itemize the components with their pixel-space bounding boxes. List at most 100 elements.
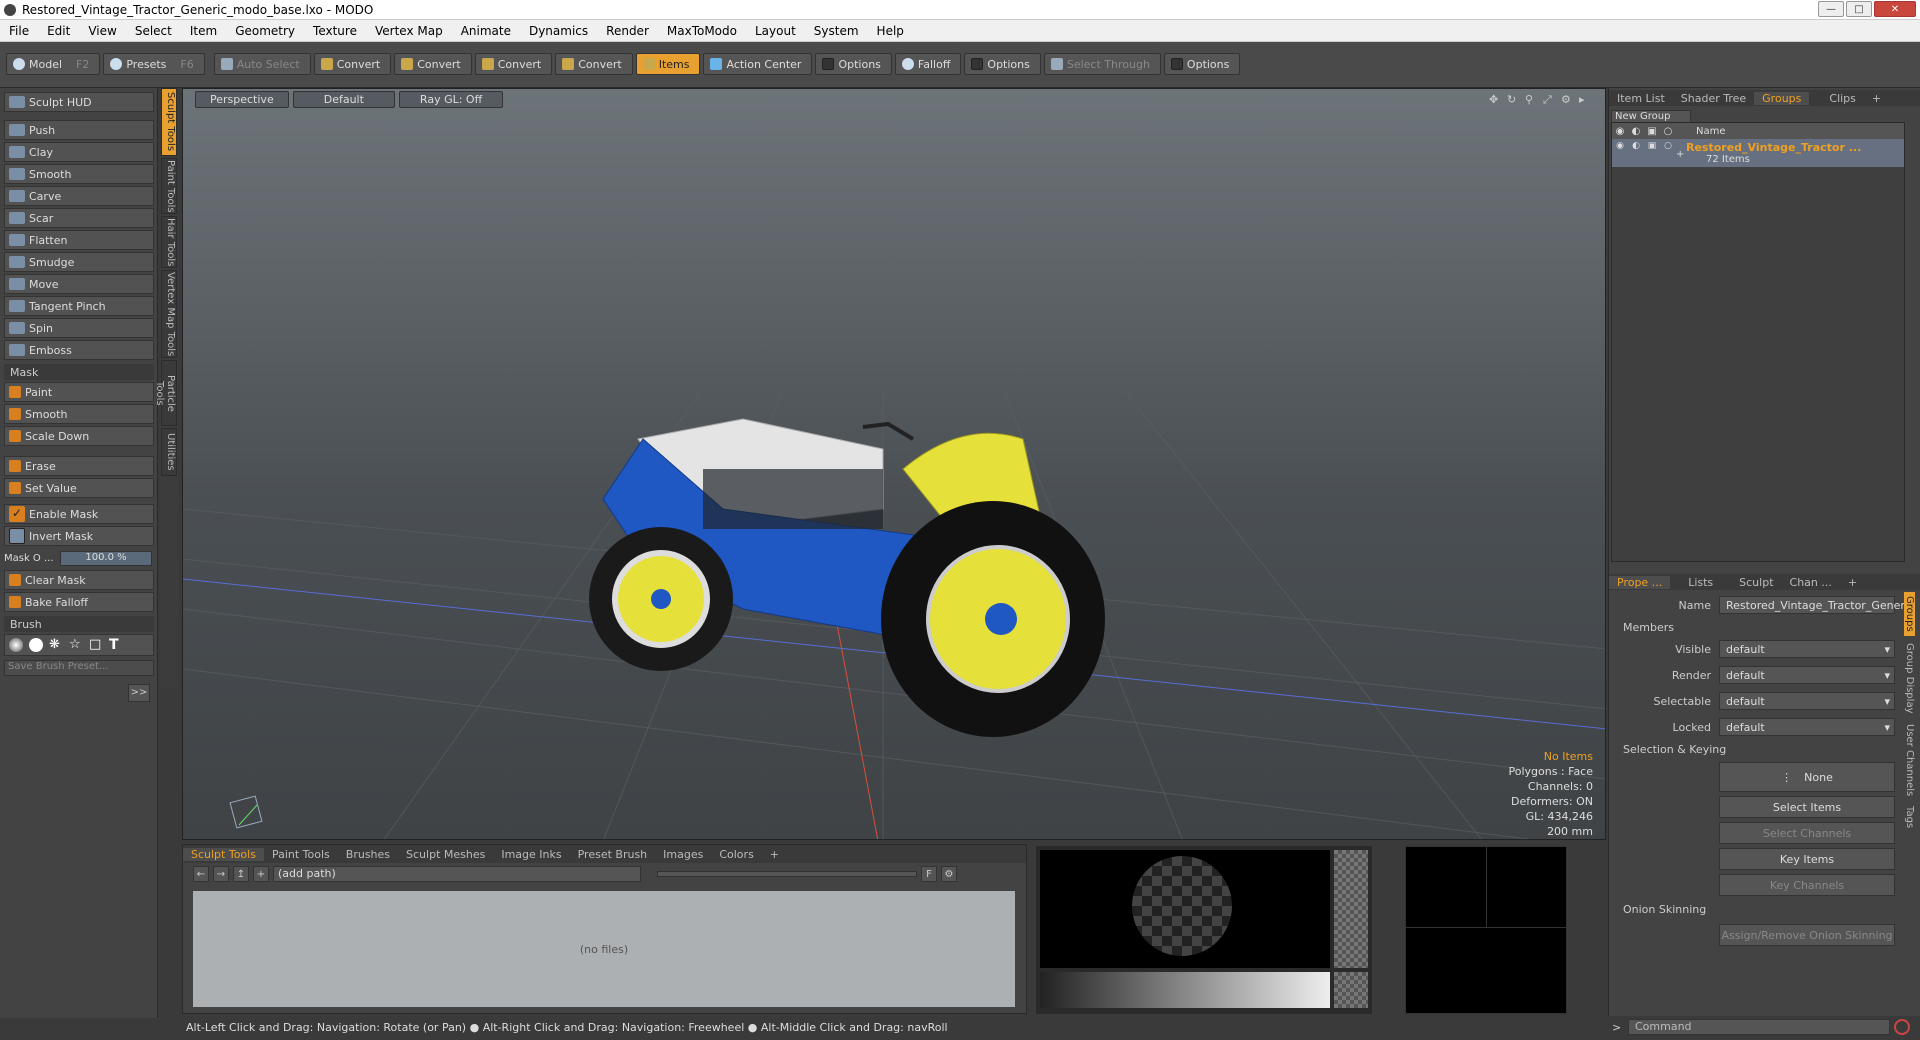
menu-maxtomodo[interactable]: MaxToModo (658, 24, 746, 38)
procedural-brush-icon[interactable]: □ (89, 638, 103, 652)
menu-texture[interactable]: Texture (304, 24, 366, 38)
side-tab-user-channels[interactable]: User Channels (1904, 720, 1915, 800)
maximize-button[interactable]: □ (1846, 1, 1872, 17)
presets-button[interactable]: Presets F6 (103, 53, 205, 75)
expand-button[interactable]: >> (128, 684, 150, 702)
tab-properties[interactable]: Prope ... (1609, 575, 1671, 589)
mask-scale-down-button[interactable]: Scale Down (4, 426, 154, 446)
tab-utilities[interactable]: Utilities (161, 428, 177, 476)
side-tab-tags[interactable]: Tags (1904, 802, 1915, 832)
key-channels-button[interactable]: Key Channels (1719, 874, 1895, 896)
key-items-button[interactable]: Key Items (1719, 848, 1895, 870)
menu-select[interactable]: Select (126, 24, 181, 38)
tab-image-inks[interactable]: Image Inks (493, 848, 569, 861)
command-input[interactable]: Command (1628, 1019, 1890, 1035)
tab-item-list[interactable]: Item List (1609, 92, 1673, 105)
bake-falloff-button[interactable]: Bake Falloff (4, 592, 154, 612)
menu-geometry[interactable]: Geometry (226, 24, 304, 38)
hard-brush-icon[interactable] (29, 638, 43, 652)
tab-sculpt[interactable]: Sculpt (1721, 576, 1781, 589)
tool-push[interactable]: Push (4, 120, 154, 140)
minimize-button[interactable]: — (1818, 1, 1844, 17)
menu-view[interactable]: View (79, 24, 125, 38)
falloff-options-button[interactable]: Options (964, 53, 1041, 75)
menu-system[interactable]: System (805, 24, 868, 38)
tab-particle-tools[interactable]: Particle Tools (154, 360, 177, 426)
convert-vertices-button[interactable]: Convert (313, 53, 392, 75)
tab-colors[interactable]: Colors (711, 848, 761, 861)
select-through-button[interactable]: Select Through (1043, 53, 1161, 75)
group-row[interactable]: ◉ ◐ ▣ ○ + Restored_Vintage_Tractor ... 7… (1612, 139, 1904, 167)
tool-clay[interactable]: Clay (4, 142, 154, 162)
select-items-button[interactable]: Select Items (1719, 796, 1895, 818)
convert-materials-button[interactable]: Convert (555, 53, 633, 75)
tool-emboss[interactable]: Emboss (4, 340, 154, 360)
selection-keying-section[interactable]: Selection & Keying (1609, 740, 1920, 758)
mask-opacity-field[interactable]: 100.0 % (60, 550, 152, 566)
soft-brush-icon[interactable] (9, 638, 23, 652)
forward-arrow-icon[interactable]: → (213, 866, 229, 882)
tab-sculpt-meshes[interactable]: Sculpt Meshes (398, 848, 493, 861)
tool-carve[interactable]: Carve (4, 186, 154, 206)
onion-skinning-button[interactable]: Assign/Remove Onion Skinning (1719, 924, 1895, 946)
side-tab-group-display[interactable]: Group Display (1904, 638, 1915, 718)
save-brush-preset-field[interactable]: Save Brush Preset... (4, 660, 154, 676)
splatter-brush-icon[interactable]: ❋ (49, 638, 63, 652)
menu-layout[interactable]: Layout (746, 24, 805, 38)
mask-paint-button[interactable]: Paint (4, 382, 154, 402)
menu-render[interactable]: Render (597, 24, 658, 38)
file-browser-area[interactable]: (no files) (193, 891, 1015, 1007)
tab-paint-tools-bottom[interactable]: Paint Tools (264, 848, 338, 861)
tool-flatten[interactable]: Flatten (4, 230, 154, 250)
invert-mask-checkbox[interactable]: Invert Mask (4, 526, 154, 546)
menu-item[interactable]: Item (181, 24, 226, 38)
mask-section-header[interactable]: Mask (4, 364, 154, 380)
browser-settings-icon[interactable]: ⚙ (941, 866, 957, 882)
menu-edit[interactable]: Edit (38, 24, 79, 38)
tab-sculpt-tools[interactable]: Sculpt Tools (161, 88, 177, 156)
3d-viewport[interactable]: Perspective Default Ray GL: Off ✥ ↻ ⚲ ⤢ … (182, 88, 1606, 840)
visibility-eye-icon[interactable]: ◉ (1612, 141, 1628, 151)
tool-move[interactable]: Move (4, 274, 154, 294)
clear-mask-button[interactable]: Clear Mask (4, 570, 154, 590)
auto-select-button[interactable]: Auto Select (213, 53, 311, 75)
tab-shader-tree[interactable]: Shader Tree (1673, 92, 1754, 105)
tab-sculpt-tools-bottom[interactable]: Sculpt Tools (183, 847, 264, 861)
selectable-dropdown[interactable]: default ▾ (1719, 692, 1895, 710)
tool-tangent-pinch[interactable]: Tangent Pinch (4, 296, 154, 316)
menu-dynamics[interactable]: Dynamics (520, 24, 597, 38)
none-button[interactable]: ⋮ None (1719, 762, 1895, 792)
render-dropdown[interactable]: default ▾ (1719, 666, 1895, 684)
mask-erase-button[interactable]: Erase (4, 456, 154, 476)
tab-hair-tools[interactable]: Hair Tools (161, 216, 177, 268)
tab-clips[interactable]: Clips (1809, 92, 1864, 105)
add-right-tab-button[interactable]: + (1864, 92, 1889, 105)
select-through-options-button[interactable]: Options (1163, 53, 1241, 75)
select-channels-button[interactable]: Select Channels (1719, 822, 1895, 844)
menu-animate[interactable]: Animate (452, 24, 520, 38)
brush-section-header[interactable]: Brush (4, 616, 154, 632)
tab-lists[interactable]: Lists (1670, 576, 1721, 589)
menu-file[interactable]: File (0, 24, 38, 38)
star-brush-icon[interactable]: ☆ (69, 638, 83, 652)
select-icon[interactable]: ○ (1660, 141, 1676, 151)
menu-help[interactable]: Help (868, 24, 913, 38)
sculpt-hud-button[interactable]: Sculpt HUD (4, 92, 154, 112)
convert-polygons-button[interactable]: Convert (474, 53, 553, 75)
text-brush-icon[interactable]: T (109, 638, 123, 652)
items-mode-button[interactable]: Items (635, 53, 701, 75)
expand-group-icon[interactable]: + (1676, 141, 1686, 160)
tab-images[interactable]: Images (655, 848, 711, 861)
menu-vertex-map[interactable]: Vertex Map (366, 24, 452, 38)
tab-preset-brush[interactable]: Preset Brush (570, 848, 656, 861)
add-path-icon[interactable]: + (253, 866, 269, 882)
lock-icon[interactable]: ▣ (1644, 141, 1660, 151)
tab-groups[interactable]: Groups (1754, 91, 1810, 105)
tool-smooth[interactable]: Smooth (4, 164, 154, 184)
add-tab-button[interactable]: + (762, 848, 787, 861)
falloff-button[interactable]: Falloff (894, 53, 962, 75)
tab-brushes[interactable]: Brushes (338, 848, 398, 861)
action-center-button[interactable]: Action Center (703, 53, 813, 75)
render-icon[interactable]: ◐ (1628, 141, 1644, 151)
add-prop-tab-button[interactable]: + (1840, 576, 1865, 589)
